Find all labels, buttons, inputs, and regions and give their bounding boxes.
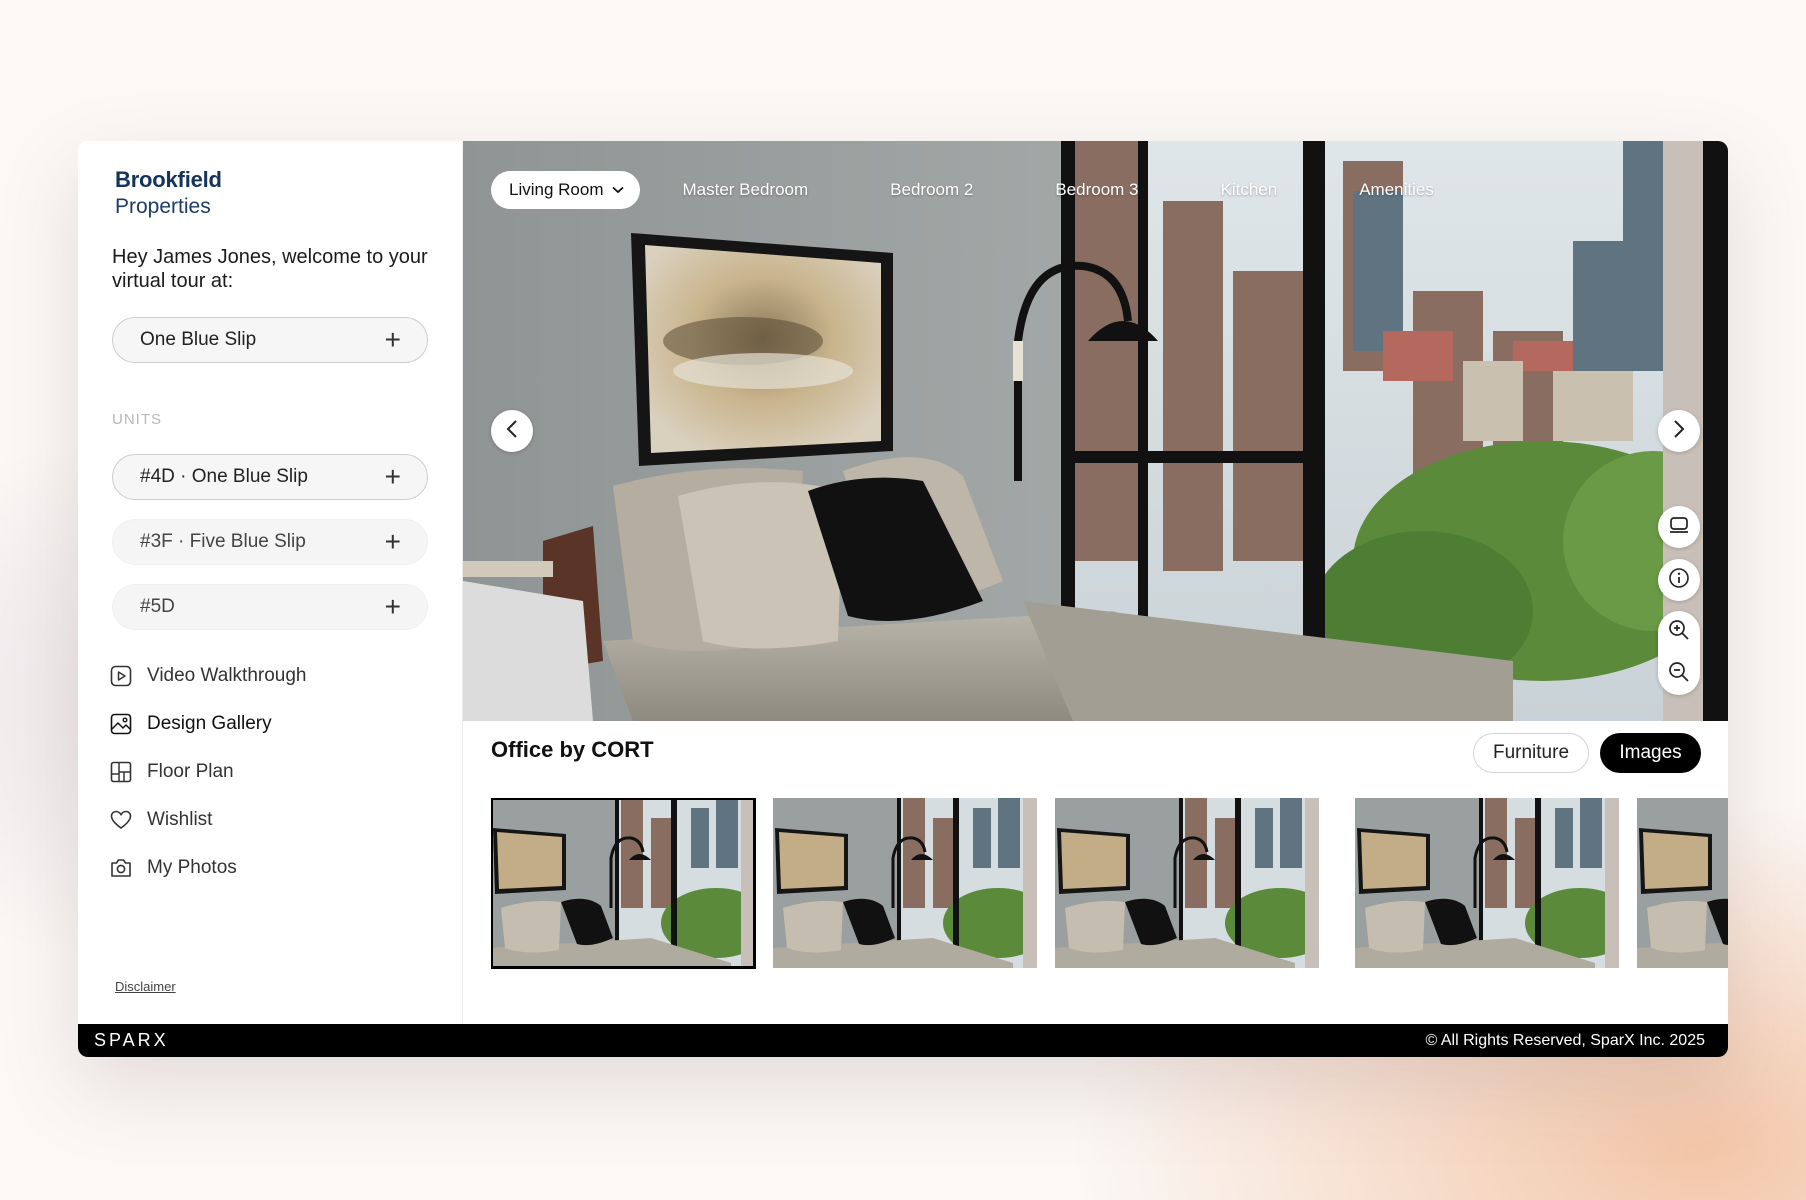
- gallery-title: Office by CORT: [491, 737, 654, 762]
- info-button[interactable]: [1658, 559, 1700, 601]
- brand-subtitle: Properties: [115, 195, 211, 218]
- unit-label: #4D · One Blue Slip: [140, 466, 308, 487]
- furniture-toggle[interactable]: Furniture: [1473, 733, 1589, 773]
- gallery-thumbnail[interactable]: [491, 798, 756, 969]
- chevron-down-icon: [611, 183, 624, 197]
- camera-icon: [109, 856, 133, 880]
- room-dropdown[interactable]: Living Room: [491, 171, 640, 209]
- view-mode-button[interactable]: [1658, 506, 1700, 548]
- next-button[interactable]: [1658, 410, 1700, 452]
- nav-label: Wishlist: [147, 809, 213, 830]
- sparx-logo: SPARX: [94, 1030, 169, 1050]
- gallery-thumbnail[interactable]: [1055, 798, 1319, 968]
- unit-item-4d[interactable]: #4D · One Blue Slip +: [112, 454, 428, 500]
- zoom-in-button[interactable]: [1658, 611, 1700, 653]
- room-viewer[interactable]: Living Room Master Bedroom Bedroom 2 Bed…: [463, 141, 1728, 721]
- unit-item-3f[interactable]: #3F · Five Blue Slip +: [112, 519, 428, 565]
- prev-button[interactable]: [491, 410, 533, 452]
- nav-label: My Photos: [147, 857, 237, 878]
- nav-label: Video Walkthrough: [147, 665, 307, 686]
- unit-label: #3F · Five Blue Slip: [140, 531, 306, 552]
- floor-plan-icon: [109, 760, 133, 784]
- nav-video-walkthrough[interactable]: Video Walkthrough: [109, 664, 307, 688]
- play-icon: [109, 664, 133, 688]
- nav-my-photos[interactable]: My Photos: [109, 856, 237, 880]
- room-scene-image: [463, 141, 1728, 721]
- plus-icon[interactable]: +: [385, 593, 401, 621]
- units-heading: UNITS: [112, 411, 162, 428]
- brand-logo: Brookfield Properties: [115, 167, 222, 219]
- thumbnail-strip: [491, 798, 1728, 970]
- unit-label: #5D: [140, 596, 175, 617]
- nav-design-gallery[interactable]: Design Gallery: [109, 712, 272, 736]
- nav-label: Design Gallery: [147, 713, 272, 734]
- tab-amenities[interactable]: Amenities: [1359, 180, 1434, 200]
- sidebar: Brookfield Properties Hey James Jones, w…: [78, 141, 463, 1024]
- plus-icon[interactable]: +: [385, 528, 401, 556]
- tab-master-bedroom[interactable]: Master Bedroom: [683, 180, 809, 200]
- chevron-right-icon: [1672, 419, 1686, 444]
- zoom-in-icon: [1668, 619, 1690, 646]
- images-toggle[interactable]: Images: [1600, 733, 1701, 773]
- nav-label: Floor Plan: [147, 761, 234, 782]
- plus-icon: +: [384, 324, 401, 355]
- property-label: One Blue Slip: [140, 329, 257, 350]
- gallery-thumbnail[interactable]: [1355, 798, 1619, 968]
- main-panel: Living Room Master Bedroom Bedroom 2 Bed…: [463, 141, 1728, 1024]
- info-icon: [1668, 567, 1690, 594]
- copyright-text: © All Rights Reserved, SparX Inc. 2025: [1425, 1031, 1705, 1049]
- gallery-thumbnail[interactable]: [773, 798, 1037, 968]
- zoom-out-button[interactable]: [1658, 653, 1700, 695]
- gallery-thumbnail[interactable]: [1637, 798, 1728, 968]
- plus-icon[interactable]: +: [385, 463, 401, 491]
- brand-name: Brookfield: [115, 167, 222, 192]
- zoom-out-icon: [1668, 661, 1690, 688]
- room-tabs: Living Room Master Bedroom Bedroom 2 Bed…: [491, 171, 1434, 209]
- property-selector[interactable]: One Blue Slip +: [112, 317, 428, 363]
- heart-icon: [109, 808, 133, 832]
- nav-floor-plan[interactable]: Floor Plan: [109, 760, 234, 784]
- unit-item-5d[interactable]: #5D +: [112, 584, 428, 630]
- footer: SPARX © All Rights Reserved, SparX Inc. …: [78, 1024, 1728, 1057]
- app-window: Brookfield Properties Hey James Jones, w…: [78, 141, 1728, 1057]
- welcome-message: Hey James Jones, welcome to your virtual…: [112, 246, 428, 292]
- vr-headset-icon: [1668, 515, 1690, 540]
- zoom-controls: [1658, 611, 1700, 695]
- tab-kitchen[interactable]: Kitchen: [1221, 180, 1278, 200]
- disclaimer-link[interactable]: Disclaimer: [115, 979, 176, 994]
- tab-bedroom-3[interactable]: Bedroom 3: [1055, 180, 1138, 200]
- room-dropdown-label: Living Room: [509, 180, 604, 199]
- tab-bedroom-2[interactable]: Bedroom 2: [890, 180, 973, 200]
- chevron-left-icon: [505, 419, 519, 444]
- nav-wishlist[interactable]: Wishlist: [109, 808, 212, 832]
- image-icon: [109, 712, 133, 736]
